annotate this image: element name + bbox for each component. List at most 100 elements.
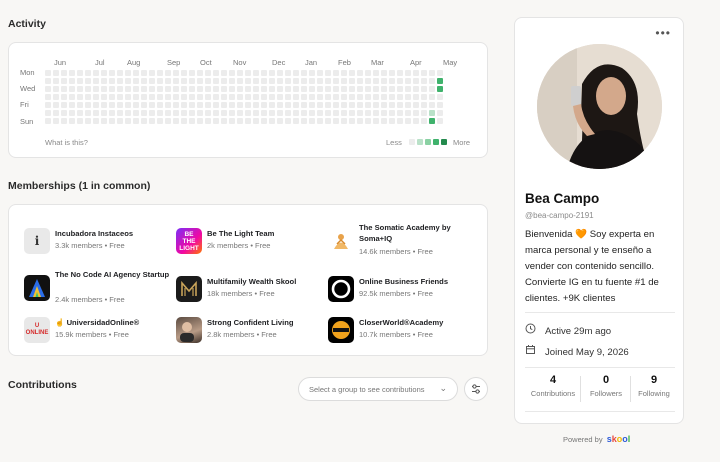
activity-cell [365,70,371,76]
activity-cell [413,118,419,124]
joined-date: Joined May 9, 2026 [525,344,629,358]
activity-cell [53,78,59,84]
activity-cell [325,110,331,116]
group-multifamily[interactable]: Multifamily Wealth Skool 18k members • F… [176,273,326,305]
activity-cell [85,78,91,84]
group-meta: 14.6k members • Free [359,247,433,256]
activity-cell [45,110,51,116]
activity-cell [69,102,75,108]
more-options-icon[interactable]: ••• [655,26,671,40]
legend-square [417,139,423,145]
group-strong-confident[interactable]: Strong Confident Living 2.8k members • F… [176,314,326,346]
activity-cell [437,110,443,116]
group-universidad-online[interactable]: U ONLINE ☝️ UniversidadOnline® 15.9k memb… [24,314,174,346]
activity-cell [293,110,299,116]
activity-cell [341,78,347,84]
activity-cell [293,118,299,124]
stat-label: Following [638,389,670,398]
month-label: May [443,58,458,67]
activity-cell [309,118,315,124]
stat-contributions[interactable]: 4 Contributions [528,374,578,398]
group-incubadora[interactable]: i Incubadora Instaceos 3.3k members • Fr… [24,225,174,257]
obf-logo [328,276,354,302]
activity-cell [173,70,179,76]
group-online-business-friends[interactable]: Online Business Friends 92.5k members • … [328,273,478,305]
stat-followers[interactable]: 0 Followers [581,374,631,398]
group-closerworld[interactable]: CloserWorld®Academy 10.7k members • Free [328,314,478,346]
activity-cell [61,70,67,76]
activity-cell [165,110,171,116]
activity-cell [293,70,299,76]
activity-cell [45,94,51,100]
activity-cell [213,110,219,116]
activity-cell [61,86,67,92]
activity-cell [101,118,107,124]
activity-cell [245,118,251,124]
activity-cell [133,86,139,92]
activity-cell [365,110,371,116]
activity-cell [413,86,419,92]
activity-cell [133,78,139,84]
activity-cell [93,102,99,108]
activity-cell [173,86,179,92]
skool-logo[interactable]: skool [607,434,631,444]
activity-cell [261,102,267,108]
activity-cell [325,78,331,84]
activity-cell [237,78,243,84]
activity-cell [149,78,155,84]
group-no-code-ai[interactable]: The No Code AI Agency Startup 2.4k membe… [24,267,174,304]
activity-cell [229,70,235,76]
activity-cell [285,110,291,116]
activity-cell [365,78,371,84]
stat-following[interactable]: 9 Following [629,374,679,398]
activity-cell [301,110,307,116]
activity-cell [69,110,75,116]
activity-cell [53,102,59,108]
activity-cell [421,110,427,116]
activity-cell [109,118,115,124]
activity-cell [69,118,75,124]
activity-cell [309,70,315,76]
activity-cell [269,110,275,116]
activity-cell [45,102,51,108]
activity-cell [285,94,291,100]
activity-cell [349,94,355,100]
activity-cell [117,94,123,100]
activity-cell [109,86,115,92]
activity-cell [77,118,83,124]
activity-cell [77,102,83,108]
activity-cell [157,102,163,108]
activity-cell [237,86,243,92]
info-icon: i [24,228,50,254]
activity-cell [437,94,443,100]
activity-cell [317,78,323,84]
activity-cell [373,78,379,84]
activity-cell [317,70,323,76]
activity-cell [317,118,323,124]
activity-cell [237,94,243,100]
stat-label: Contributions [530,389,576,398]
filter-button[interactable] [464,377,488,401]
month-label: Mar [371,58,384,67]
group-somatic-academy[interactable]: The Somatic Academy by Soma+IQ 14.6k mem… [328,219,478,256]
activity-cell [349,86,355,92]
activity-cell [61,94,67,100]
activity-cell [53,94,59,100]
activity-cell [45,118,51,124]
group-select[interactable]: Select a group to see contributions ⌄ [298,377,458,401]
activity-cell [301,78,307,84]
group-be-the-light[interactable]: BE THE LIGHT Be The Light Team 2k members … [176,225,326,257]
what-is-this-link[interactable]: What is this? [45,138,88,147]
activity-cell [269,102,275,108]
calendar-icon [525,344,539,358]
activity-cell [325,94,331,100]
joined-text: Joined May 9, 2026 [545,347,629,358]
group-name: Be The Light Team [207,229,275,238]
activity-cell [429,94,435,100]
activity-cell [333,86,339,92]
activity-cell [85,110,91,116]
activity-cell [133,102,139,108]
activity-cell [429,70,435,76]
activity-cell [77,94,83,100]
activity-cell [237,70,243,76]
